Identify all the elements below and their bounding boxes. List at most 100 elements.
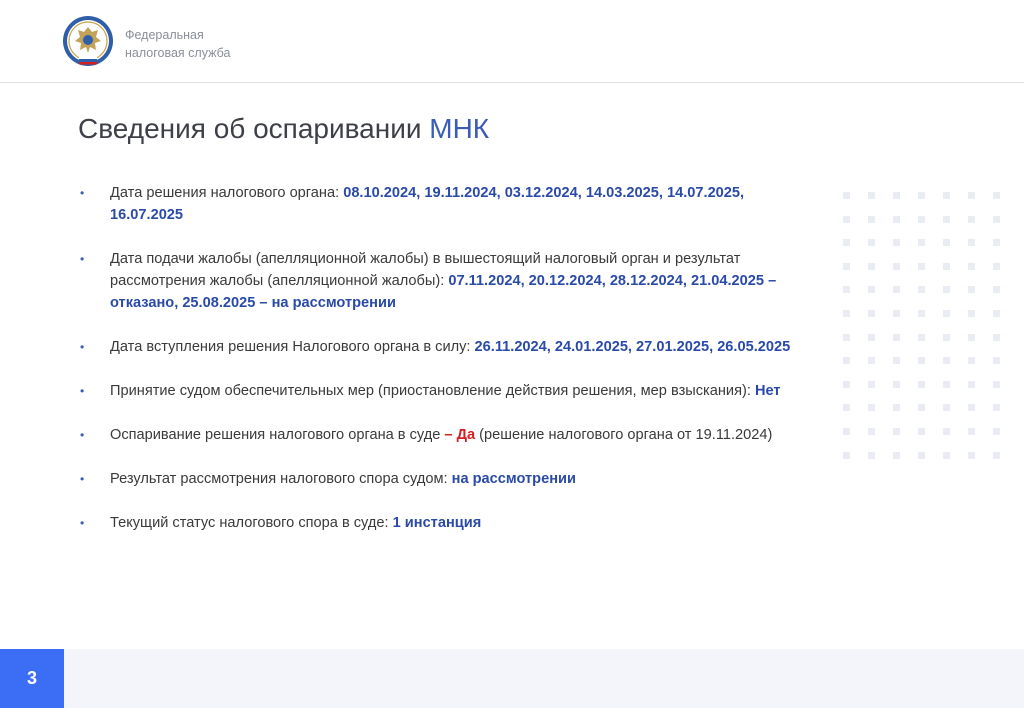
decorative-dot <box>843 404 850 412</box>
decorative-dot <box>868 262 875 270</box>
decorative-dot <box>843 451 850 459</box>
decorative-dot <box>968 192 975 199</box>
decorative-dot <box>993 215 1000 223</box>
decorative-dot <box>993 333 1000 341</box>
decorative-dot <box>868 286 875 294</box>
decorative-dot <box>943 333 950 341</box>
decorative-dot <box>968 215 975 223</box>
decorative-dot <box>868 380 875 388</box>
bullet-icon: • <box>80 428 85 442</box>
decorative-dot <box>843 428 850 435</box>
decorative-dot <box>843 333 850 341</box>
decorative-dot <box>868 357 875 365</box>
decorative-dot <box>918 451 925 459</box>
decorative-dot <box>868 451 875 459</box>
decorative-dot <box>918 310 925 317</box>
decorative-dot <box>993 310 1000 317</box>
decorative-dot <box>868 428 875 435</box>
decorative-dot <box>968 239 975 247</box>
decorative-dot <box>843 357 850 365</box>
decorative-dot <box>968 262 975 270</box>
list-item: • Дата решения налогового органа: 08.10.2… <box>80 182 820 226</box>
title-accent: МНК <box>429 113 490 144</box>
fns-emblem-icon <box>63 16 113 66</box>
list-item: • Дата подачи жалобы (апелляционной жалоб… <box>80 248 820 314</box>
decorative-dot <box>943 380 950 388</box>
decorative-dot <box>843 239 850 247</box>
list-item: • Дата вступления решения Налогового орга… <box>80 336 820 358</box>
bullet-icon: • <box>80 516 85 530</box>
decorative-dot <box>943 192 950 199</box>
decorative-dot <box>893 310 900 317</box>
decorative-dot <box>993 357 1000 365</box>
item-note: (решение налогового органа от 19.11.2024… <box>475 427 773 443</box>
decorative-dot <box>868 192 875 199</box>
slide-header: Федеральная налоговая служба <box>0 0 1024 83</box>
decorative-dot <box>968 310 975 317</box>
decorative-dot <box>868 310 875 317</box>
org-line-2: налоговая служба <box>125 46 231 60</box>
footer-band <box>0 649 1024 708</box>
decorative-dot <box>893 286 900 294</box>
decorative-dot <box>893 215 900 223</box>
decorative-dot <box>968 357 975 365</box>
decorative-dot <box>918 333 925 341</box>
decorative-dot <box>893 239 900 247</box>
decorative-dot <box>993 428 1000 435</box>
decorative-dot <box>918 239 925 247</box>
decorative-dot <box>843 192 850 199</box>
decorative-dot <box>843 310 850 317</box>
page-title: Сведения об оспаривании МНК <box>78 113 489 145</box>
decorative-dot <box>843 215 850 223</box>
list-item: • Принятие судом обеспечительных мер (при… <box>80 380 820 402</box>
decorative-dot <box>943 404 950 412</box>
decorative-dot <box>893 428 900 435</box>
item-label: Дата вступления решения Налогового орган… <box>110 339 475 355</box>
item-value: 1 инстанция <box>392 515 482 531</box>
item-label: Текущий статус налогового спора в суде: <box>110 515 393 531</box>
decorative-dot <box>918 192 925 199</box>
decorative-dot <box>993 192 1000 199</box>
decorative-dot <box>993 286 1000 294</box>
decorative-dot <box>968 428 975 435</box>
decorative-dot <box>868 333 875 341</box>
decorative-dot <box>893 192 900 199</box>
decorative-dot <box>918 215 925 223</box>
decorative-dot <box>943 451 950 459</box>
decorative-dot <box>918 428 925 435</box>
decorative-dot <box>993 404 1000 412</box>
item-label: Оспаривание решения налогового органа в … <box>110 427 445 443</box>
decorative-dot <box>993 380 1000 388</box>
decorative-dot <box>993 262 1000 270</box>
decorative-dot <box>943 239 950 247</box>
decorative-dot <box>893 357 900 365</box>
decorative-dot <box>918 262 925 270</box>
decorative-dot <box>893 404 900 412</box>
decorative-dot <box>918 380 925 388</box>
item-value: Нет <box>754 383 781 399</box>
decorative-dot <box>943 357 950 365</box>
item-value: на рассмотрении <box>451 471 576 487</box>
decorative-dot <box>843 286 850 294</box>
decorative-dot <box>868 215 875 223</box>
list-item: • Результат рассмотрения налогового спора… <box>80 468 820 490</box>
decorative-dot <box>993 239 1000 247</box>
decorative-dot <box>968 333 975 341</box>
bullet-icon: • <box>80 472 85 486</box>
decorative-dot <box>868 404 875 412</box>
decorative-dot <box>893 380 900 388</box>
item-label: Результат рассмотрения налогового спора … <box>110 471 452 487</box>
decorative-dot <box>943 215 950 223</box>
item-label: Принятие судом обеспечительных мер (прио… <box>110 383 755 399</box>
decorative-dot <box>918 286 925 294</box>
decorative-dot <box>943 262 950 270</box>
decorative-dot <box>918 404 925 412</box>
decorative-dot <box>968 286 975 294</box>
decorative-dot <box>943 428 950 435</box>
decorative-dot <box>993 451 1000 459</box>
decorative-dot <box>893 333 900 341</box>
decorative-dot <box>893 451 900 459</box>
item-value: 26.11.2024, 24.01.2025, 27.01.2025, 26.0… <box>474 339 791 355</box>
decorative-dot <box>843 380 850 388</box>
title-main: Сведения об оспаривании <box>78 113 430 144</box>
